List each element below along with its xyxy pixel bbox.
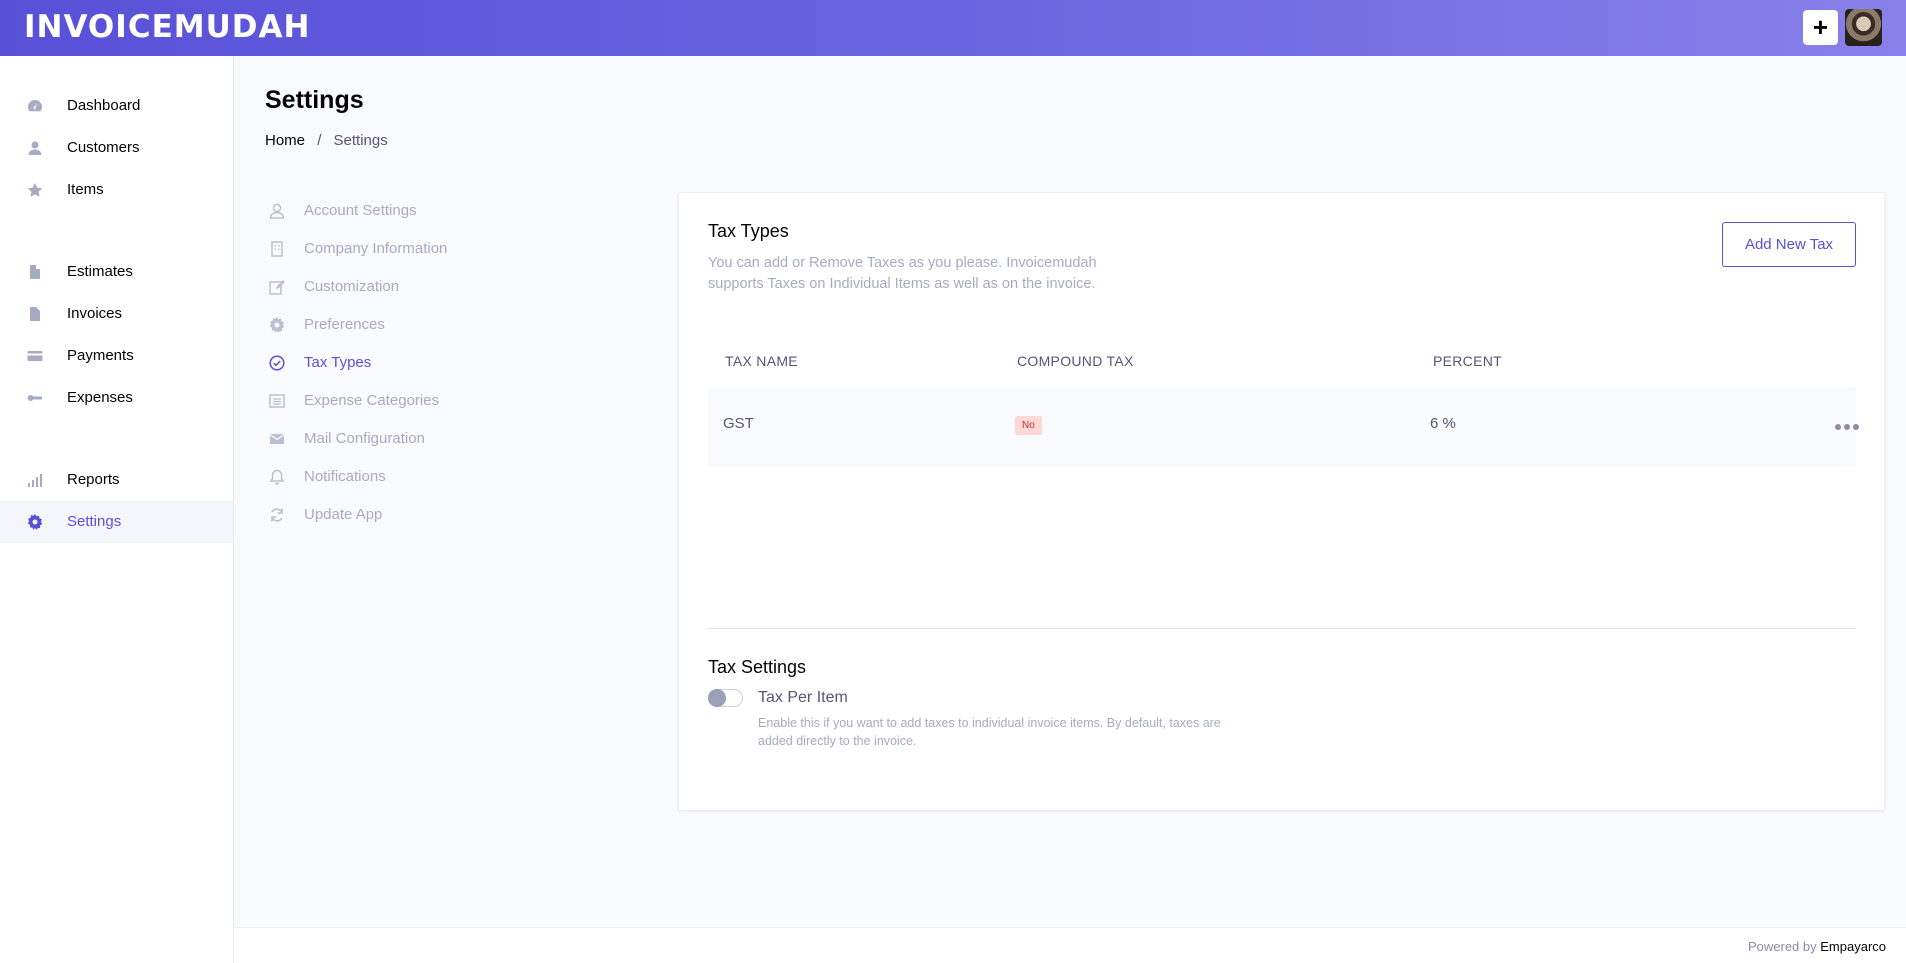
settings-menu-preferences[interactable]: Preferences — [265, 308, 565, 342]
document-icon — [30, 265, 40, 279]
tax-per-item-label: Tax Per Item — [758, 689, 848, 706]
sidebar: Dashboard Customers Items Estimates Invo… — [0, 56, 234, 963]
tax-types-description: You can add or Remove Taxes as you pleas… — [708, 255, 1097, 292]
settings-menu-tax-types[interactable]: Tax Types — [265, 346, 565, 380]
bar-signal-icon — [28, 474, 42, 487]
list-icon — [269, 394, 285, 408]
sidebar-item-settings[interactable]: Settings — [0, 501, 233, 543]
sidebar-item-label: Dashboard — [67, 97, 141, 114]
user-icon — [269, 203, 285, 219]
settings-menu-update-app[interactable]: Update App — [265, 498, 565, 532]
add-new-tax-button[interactable]: Add New Tax — [1722, 222, 1856, 267]
sidebar-item-label: Customers — [67, 139, 140, 156]
page-title: Settings — [265, 86, 364, 114]
toggle-knob — [708, 689, 726, 707]
sidebar-item-dashboard[interactable]: Dashboard — [0, 85, 233, 127]
tax-settings-title: Tax Settings — [708, 657, 807, 677]
sidebar-item-estimates[interactable]: Estimates — [0, 251, 233, 293]
settings-menu-company-information[interactable]: Company Information — [265, 232, 565, 266]
breadcrumb-separator: / — [317, 132, 322, 149]
edit-icon — [269, 280, 285, 295]
sidebar-item-invoices[interactable]: Invoices — [0, 293, 233, 335]
settings-menu-label: Company Information — [304, 240, 448, 257]
mail-icon — [269, 433, 285, 444]
table-row: GST No 6 % — [708, 387, 1859, 467]
tax-types-title: Tax Types — [708, 221, 789, 241]
settings-menu-mail-configuration[interactable]: Mail Configuration — [265, 422, 565, 456]
sidebar-item-label: Settings — [67, 513, 122, 530]
column-header-tax-name[interactable]: TAX NAME — [725, 353, 798, 369]
column-header-percent[interactable]: PERCENT — [1433, 353, 1502, 369]
tax-name-cell: GST — [723, 415, 754, 432]
sidebar-item-label: Invoices — [67, 305, 123, 322]
document-icon — [30, 307, 40, 321]
sidebar-item-customers[interactable]: Customers — [0, 127, 233, 169]
footer-text: Powered by Empayarco — [1748, 939, 1886, 954]
settings-menu-label: Mail Configuration — [304, 430, 425, 447]
sidebar-item-label: Estimates — [67, 263, 133, 280]
settings-menu-label: Notifications — [304, 468, 386, 485]
tax-per-item-toggle[interactable] — [708, 689, 743, 707]
settings-menu-label: Expense Categories — [304, 392, 440, 409]
refresh-icon — [271, 508, 283, 522]
star-icon — [27, 183, 43, 197]
building-icon — [271, 241, 283, 257]
footer: Powered by Empayarco — [234, 927, 1906, 963]
user-icon — [28, 141, 42, 155]
gear-icon — [269, 317, 285, 333]
sidebar-item-label: Expenses — [67, 389, 133, 406]
percent-cell: 6 % — [1430, 415, 1456, 432]
footer-brand-link[interactable]: Empayarco — [1820, 939, 1886, 954]
sidebar-item-payments[interactable]: Payments — [0, 335, 233, 377]
settings-menu-label: Tax Types — [304, 354, 372, 371]
top-header: INVOICEMUDAH + — [0, 0, 1906, 56]
bell-icon — [269, 469, 285, 485]
check-circle-icon — [269, 355, 285, 371]
section-divider — [708, 628, 1856, 629]
settings-menu-label: Update App — [304, 506, 383, 523]
quick-add-button[interactable]: + — [1803, 10, 1838, 45]
sidebar-item-label: Items — [67, 181, 104, 198]
settings-menu-label: Account Settings — [304, 202, 417, 219]
settings-menu-expense-categories[interactable]: Expense Categories — [265, 384, 565, 418]
settings-menu-label: Preferences — [304, 316, 385, 333]
footer-prefix: Powered by — [1747, 939, 1817, 954]
sidebar-item-reports[interactable]: Reports — [0, 459, 233, 501]
sidebar-item-label: Reports — [67, 471, 120, 488]
dashboard-icon — [28, 100, 42, 112]
settings-menu-customization[interactable]: Customization — [265, 270, 565, 304]
row-actions-menu-icon[interactable] — [1835, 424, 1859, 430]
key-icon — [27, 395, 42, 401]
app-logo[interactable]: INVOICEMUDAH — [24, 9, 310, 45]
settings-menu-notifications[interactable]: Notifications — [265, 460, 565, 494]
sidebar-item-items[interactable]: Items — [0, 169, 233, 211]
breadcrumb: Home / Settings — [265, 132, 388, 149]
credit-card-icon — [27, 351, 43, 361]
settings-menu-account-settings[interactable]: Account Settings — [265, 194, 565, 228]
gear-icon — [27, 514, 43, 530]
user-avatar[interactable] — [1845, 9, 1882, 46]
tax-types-card: Tax Types You can add or Remove Taxes as… — [678, 192, 1885, 811]
compound-tax-badge: No — [1015, 416, 1042, 435]
settings-menu-label: Customization — [304, 278, 400, 295]
column-header-compound-tax[interactable]: COMPOUND TAX — [1017, 353, 1134, 369]
breadcrumb-current: Settings — [333, 132, 388, 149]
sidebar-item-expenses[interactable]: Expenses — [0, 377, 233, 419]
sidebar-item-label: Payments — [67, 347, 134, 364]
breadcrumb-home-link[interactable]: Home — [265, 132, 305, 149]
tax-per-item-description: Enable this if you want to add taxes to … — [758, 716, 1221, 748]
